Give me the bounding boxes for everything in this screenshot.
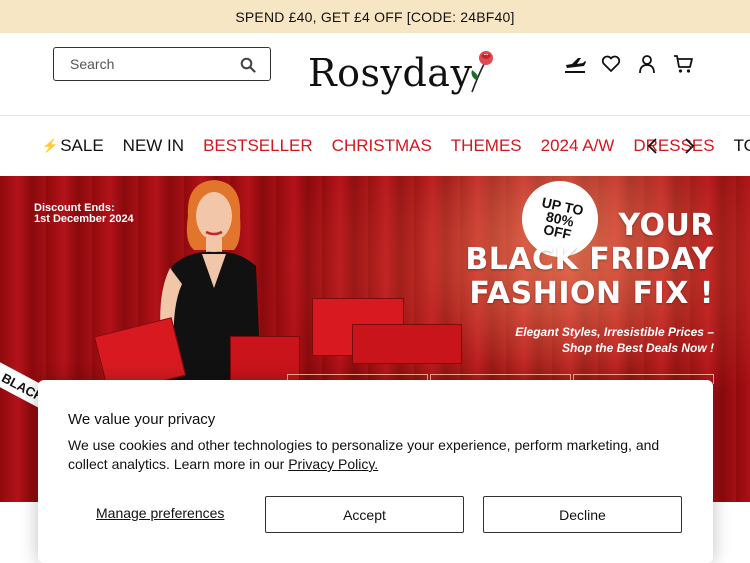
user-icon[interactable] [635,53,659,75]
discount-deadline: Discount Ends: 1st December 2024 [34,202,134,225]
plane-icon[interactable] [563,53,587,75]
category-nav: ⚡ SALE NEW IN BESTSELLER CHRISTMAS THEMES… [0,117,750,176]
nav-item-sale[interactable]: ⚡ SALE [42,136,104,156]
chevron-right-icon[interactable] [682,137,696,155]
cart-icon[interactable] [671,53,695,75]
nav-items: ⚡ SALE NEW IN BESTSELLER CHRISTMAS THEMES… [42,136,750,156]
nav-item-christmas[interactable]: CHRISTMAS [332,136,432,156]
hero-subheadline: Elegant Styles, Irresistible Prices – Sh… [515,325,714,355]
privacy-policy-link[interactable]: Privacy Policy. [288,456,378,472]
search-box[interactable] [53,47,271,81]
site-header: Rosyday [0,33,750,116]
promo-bar: SPEND £40, GET £4 OFF [CODE: 24BF40] [0,0,750,33]
lightning-icon: ⚡ [42,138,59,153]
header-icons [563,53,695,75]
nav-item-new-in[interactable]: NEW IN [123,136,184,156]
search-input[interactable] [70,56,230,72]
hero-headline: YOUR BLACK FRIDAY FASHION FIX ! [465,208,714,311]
search-icon[interactable] [240,57,256,73]
heart-icon[interactable] [599,53,623,75]
promo-text: SPEND £40, GET £4 OFF [CODE: 24BF40] [235,8,515,25]
manage-preferences-button[interactable]: Manage preferences [96,505,224,521]
nav-item-themes[interactable]: THEMES [451,136,522,156]
logo[interactable]: Rosyday [308,43,498,103]
nav-item-bestseller[interactable]: BESTSELLER [203,136,313,156]
nav-item-tops[interactable]: TOPS [734,136,750,156]
gift-box [352,324,462,364]
nav-item-2024-aw[interactable]: 2024 A/W [541,136,615,156]
rose-icon [471,51,494,93]
accept-button[interactable]: Accept [265,496,464,533]
cookie-title: We value your privacy [68,411,216,428]
logo-text: Rosyday [308,51,473,95]
cookie-body: We use cookies and other technologies to… [68,437,660,472]
decline-button[interactable]: Decline [483,496,682,533]
chevron-left-icon[interactable] [646,137,660,155]
cookie-consent-dialog: We value your privacy We use cookies and… [38,380,713,563]
